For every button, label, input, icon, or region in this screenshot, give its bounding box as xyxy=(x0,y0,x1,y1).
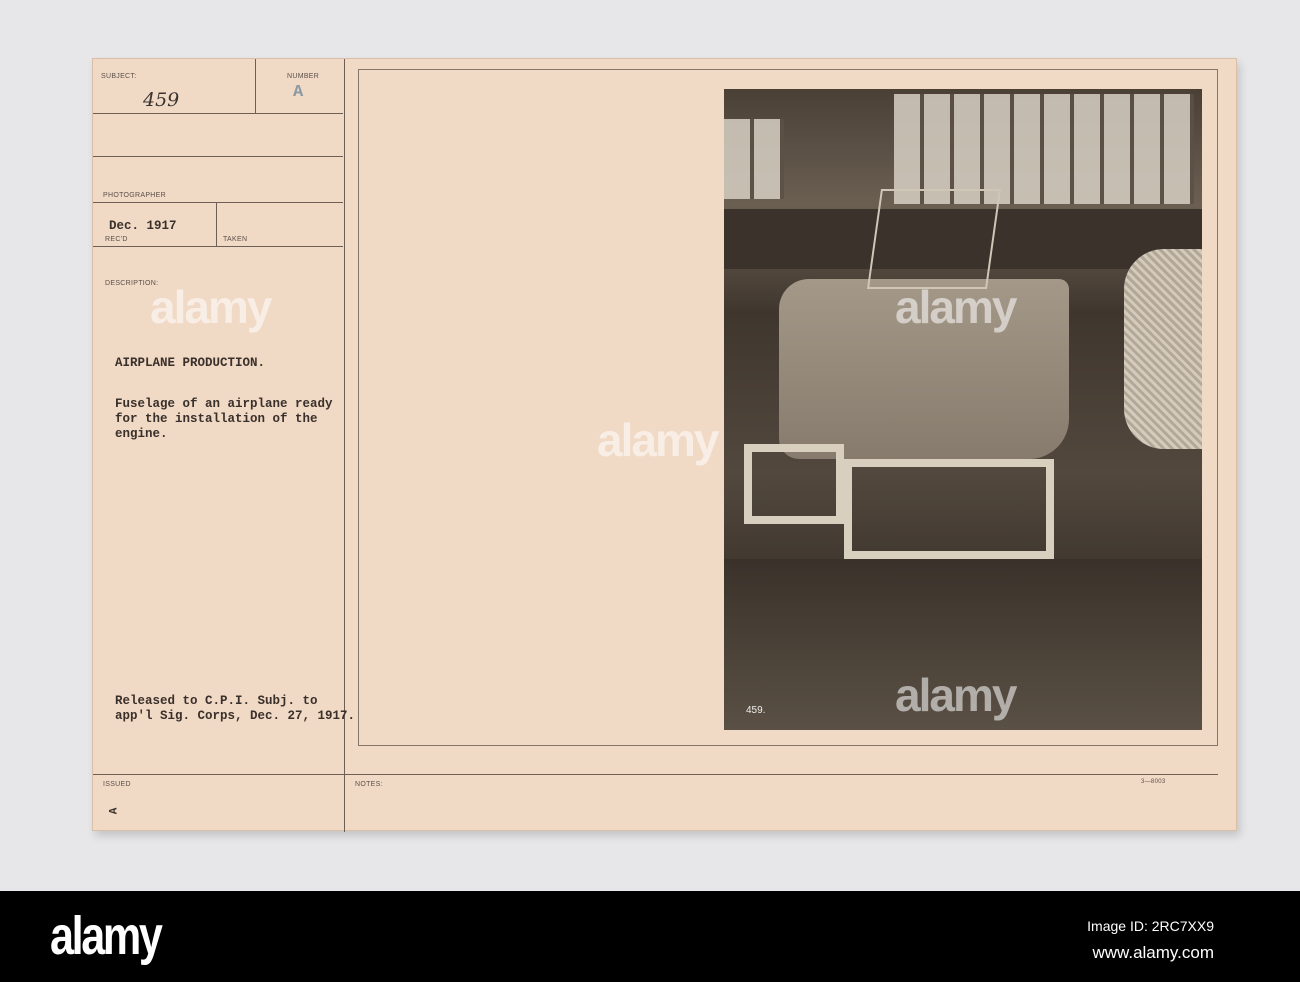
received-date: Dec. 1917 xyxy=(109,219,177,233)
divider xyxy=(93,202,343,203)
watermark: alamy xyxy=(150,281,272,333)
stock-banner: alamy Image ID: 2RC7XX9 www.alamy.com xyxy=(0,891,1300,982)
corner-mark: A xyxy=(108,807,121,815)
subject-value: 459 xyxy=(143,89,180,111)
watermark: alamy xyxy=(597,414,719,466)
divider xyxy=(93,246,343,247)
number-value: A xyxy=(293,83,304,102)
release-note: Released to C.P.I. Subj. to app'l Sig. C… xyxy=(115,694,356,723)
wooden-stand xyxy=(744,444,844,524)
watermark: alamy xyxy=(895,669,1017,721)
alamy-logo: alamy xyxy=(50,906,163,966)
image-id: Image ID: 2RC7XX9 xyxy=(1087,918,1214,934)
watermark: alamy xyxy=(895,281,1017,333)
adjacent-fuselage xyxy=(1124,249,1202,449)
site-url[interactable]: www.alamy.com xyxy=(1092,943,1214,963)
factory-windows xyxy=(894,94,1194,204)
subject-label: SUBJECT: xyxy=(101,73,137,80)
number-label: NUMBER xyxy=(287,73,320,80)
photo-number: 459. xyxy=(746,705,766,716)
factory-windows xyxy=(724,119,784,199)
issued-label: ISSUED xyxy=(103,781,131,788)
cabane-struts xyxy=(866,189,1002,289)
description-text: Fuselage of an airplane ready for the in… xyxy=(115,397,333,441)
received-label: REC'D xyxy=(105,236,128,243)
photographer-label: PHOTOGRAPHER xyxy=(103,192,166,199)
description-title: AIRPLANE PRODUCTION. xyxy=(115,356,266,370)
divider xyxy=(93,113,343,114)
notes-label: NOTES: xyxy=(355,781,383,788)
taken-label: TAKEN xyxy=(223,236,248,243)
wooden-stand xyxy=(844,459,1054,559)
divider xyxy=(93,774,1218,775)
form-code: 3—8003 xyxy=(1141,779,1166,785)
photograph-airplane-fuselage: 459. xyxy=(724,89,1202,730)
divider xyxy=(216,202,217,247)
divider xyxy=(93,156,343,157)
divider xyxy=(255,59,256,113)
